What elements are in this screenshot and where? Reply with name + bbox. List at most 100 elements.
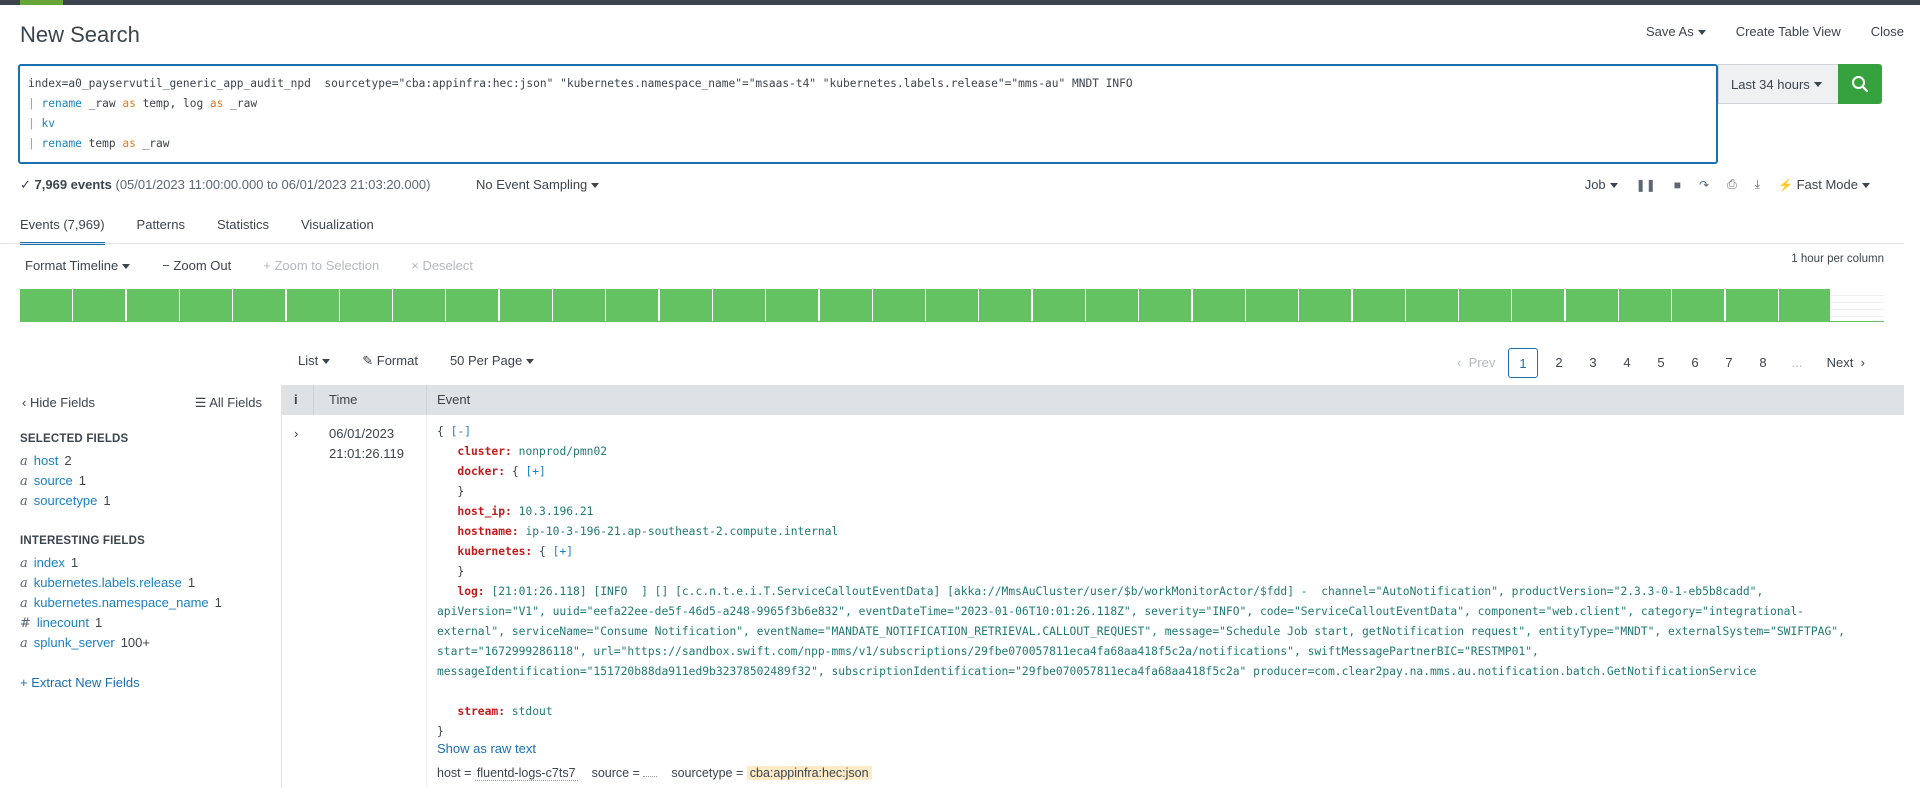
sourcetype-value[interactable]: cba:appinfra:hec:json (746, 766, 872, 780)
timeline-column[interactable] (1672, 289, 1725, 322)
timeline-column[interactable] (1032, 289, 1085, 322)
timeline-column[interactable] (233, 289, 286, 322)
timeline-column[interactable] (1352, 289, 1405, 322)
timeline-column[interactable] (553, 289, 605, 322)
hide-fields-button[interactable]: ‹ Hide Fields (22, 395, 95, 411)
timeline-column[interactable] (659, 289, 712, 322)
source-value[interactable] (643, 776, 658, 777)
prev-page-button[interactable]: ‹ Prev (1448, 348, 1508, 378)
timeline-column[interactable] (712, 289, 765, 322)
field-sourcetype[interactable]: a sourcetype 1 (20, 493, 111, 509)
time-column-header[interactable]: Time (329, 385, 357, 415)
page-1-button[interactable]: 1 (1508, 348, 1538, 378)
page-7-button[interactable]: 7 (1712, 348, 1746, 378)
host-value[interactable]: fluentd-logs-c7ts7 (474, 766, 578, 781)
search-query-editor[interactable]: index=a0_payservutil_generic_app_audit_n… (18, 64, 1718, 164)
close-button[interactable]: Close (1871, 24, 1904, 39)
json-value[interactable]: ip-10-3-196-21.ap-southeast-2.compute.in… (525, 525, 838, 538)
page-4-button[interactable]: 4 (1610, 348, 1644, 378)
timeline-column[interactable] (1778, 289, 1831, 322)
timeline-column[interactable] (286, 289, 339, 322)
pause-icon[interactable]: ❚❚ (1636, 178, 1656, 192)
timeline-column[interactable] (606, 289, 659, 322)
field-linecount[interactable]: # linecount 1 (20, 615, 102, 631)
timeline-column[interactable] (393, 289, 446, 322)
create-table-view-button[interactable]: Create Table View (1736, 24, 1841, 39)
expand-toggle[interactable]: [+] (553, 545, 573, 558)
collapse-toggle[interactable]: [-] (451, 425, 471, 438)
json-value[interactable]: external", serviceName="Consume Notifica… (437, 625, 1845, 638)
expand-toggle[interactable]: [+] (525, 465, 545, 478)
field-source[interactable]: a source 1 (20, 473, 86, 489)
timeline-column[interactable] (872, 289, 925, 322)
timeline-column[interactable] (926, 289, 979, 322)
search-submit-button[interactable] (1838, 64, 1882, 104)
save-as-button[interactable]: Save As (1616, 24, 1706, 39)
timeline-column[interactable] (766, 289, 819, 322)
export-icon[interactable]: ⤓ (1755, 177, 1760, 192)
timeline-column[interactable] (1086, 289, 1138, 322)
timeline-column[interactable] (1192, 289, 1245, 322)
json-value[interactable]: messageIdentification="151720b88da911ed9… (437, 665, 1756, 678)
page-5-button[interactable]: 5 (1644, 348, 1678, 378)
show-raw-text-link[interactable]: Show as raw text (437, 741, 536, 756)
print-icon[interactable]: ⎙ (1727, 177, 1737, 192)
next-page-button[interactable]: Next › (1814, 348, 1874, 378)
zoom-to-selection-button[interactable]: + Zoom to Selection (263, 258, 379, 273)
format-button[interactable]: ✎ Format (362, 353, 418, 369)
extract-new-fields-link[interactable]: + Extract New Fields (20, 675, 140, 690)
json-value[interactable]: start="1672999286118", url="https://sand… (437, 645, 1539, 658)
list-view-dropdown[interactable]: List (298, 353, 331, 369)
page-3-button[interactable]: 3 (1576, 348, 1610, 378)
page-6-button[interactable]: 6 (1678, 348, 1712, 378)
field-index[interactable]: a index 1 (20, 555, 78, 571)
time-range-picker[interactable]: Last 34 hours (1718, 64, 1838, 104)
timeline-column[interactable] (179, 289, 232, 322)
event-json-line: } (437, 562, 464, 582)
field-kubernetes-namespace-name[interactable]: a kubernetes.namespace_name 1 (20, 595, 222, 611)
tab-statistics[interactable]: Statistics (217, 217, 269, 245)
timeline-column[interactable] (1619, 289, 1671, 322)
json-value[interactable]: stdout (512, 705, 553, 718)
timeline-column[interactable] (1405, 289, 1458, 322)
json-value[interactable]: 10.3.196.21 (519, 505, 594, 518)
field-splunk-server[interactable]: a splunk_server 100+ (20, 635, 150, 651)
format-timeline-dropdown[interactable]: Format Timeline (25, 258, 131, 273)
all-fields-button[interactable]: ☰ All Fields (195, 395, 262, 411)
tab-events[interactable]: Events (7,969) (20, 217, 105, 245)
event-sampling-dropdown[interactable]: No Event Sampling (476, 177, 600, 192)
expand-row-chevron-icon[interactable]: › (294, 426, 298, 441)
timeline-column[interactable] (1565, 289, 1618, 322)
timeline-column[interactable] (339, 289, 392, 322)
field-host[interactable]: a host 2 (20, 453, 72, 469)
page-8-button[interactable]: 8 (1746, 348, 1780, 378)
timeline-column[interactable] (819, 289, 872, 322)
timeline-column[interactable] (979, 289, 1032, 322)
per-page-dropdown[interactable]: 50 Per Page (450, 353, 535, 369)
json-value[interactable]: [21:01:26.118] [INFO ] [] [c.c.n.t.e.i.T… (491, 585, 1763, 598)
zoom-out-button[interactable]: − Zoom Out (162, 258, 231, 273)
timeline-column[interactable] (1299, 289, 1352, 322)
field-kubernetes-labels-release[interactable]: a kubernetes.labels.release 1 (20, 575, 195, 591)
timeline-column[interactable] (1139, 289, 1192, 322)
tab-visualization[interactable]: Visualization (301, 217, 374, 245)
timeline-column[interactable] (73, 289, 126, 322)
timeline-column[interactable] (1725, 289, 1778, 322)
job-dropdown[interactable]: Job (1585, 177, 1618, 192)
event-timeline[interactable] (20, 289, 1884, 322)
tab-patterns[interactable]: Patterns (137, 217, 185, 245)
search-mode-dropdown[interactable]: ⚡ Fast Mode (1778, 177, 1870, 192)
timeline-column[interactable] (1459, 289, 1512, 322)
timeline-column[interactable] (20, 289, 72, 322)
deselect-button[interactable]: × Deselect (411, 258, 473, 273)
page-2-button[interactable]: 2 (1542, 348, 1576, 378)
share-icon[interactable]: ↷ (1699, 178, 1709, 192)
timeline-column[interactable] (499, 289, 552, 322)
json-value[interactable]: apiVersion="V1", uuid="eefa22ee-de5f-46d… (437, 605, 1804, 618)
timeline-column[interactable] (446, 289, 499, 322)
stop-icon[interactable]: ■ (1674, 178, 1681, 192)
json-value[interactable]: nonprod/pmn02 (519, 445, 607, 458)
timeline-column[interactable] (126, 289, 179, 322)
timeline-column[interactable] (1245, 289, 1298, 322)
timeline-column[interactable] (1512, 289, 1565, 322)
